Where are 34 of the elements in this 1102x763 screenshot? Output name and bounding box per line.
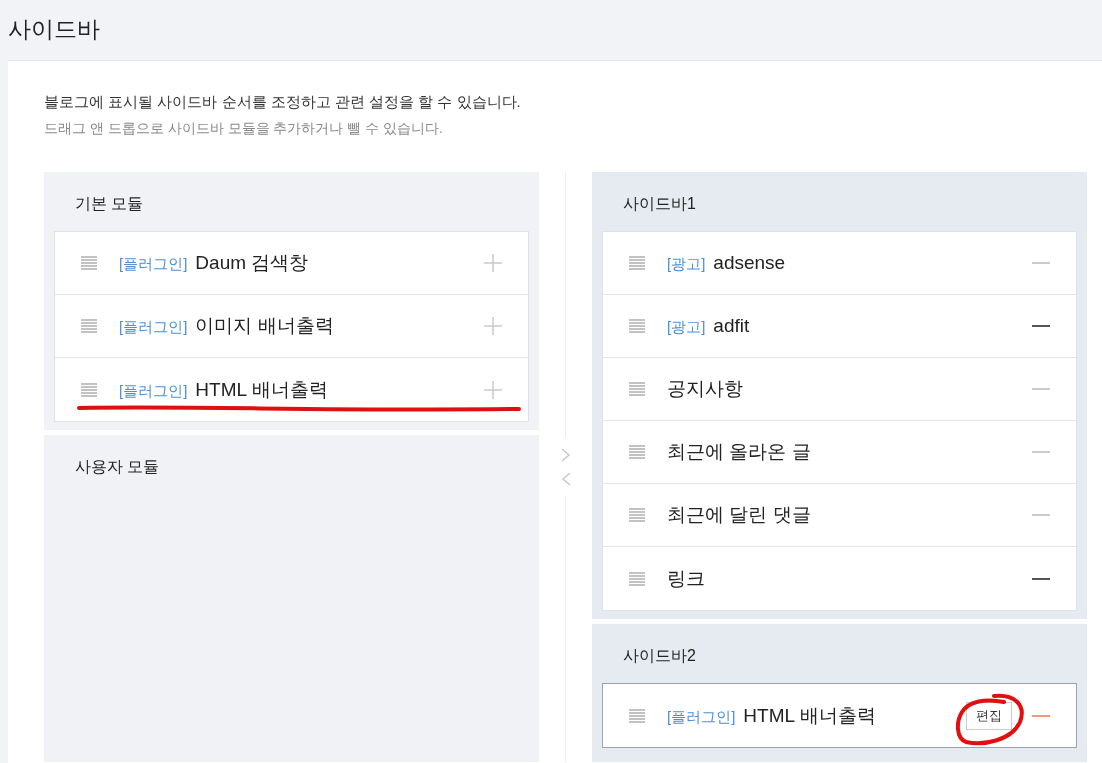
- page-title: 사이드바: [7, 15, 101, 44]
- module-name: 이미지 배너출력: [195, 314, 334, 338]
- module-name: adsense: [713, 252, 786, 274]
- module-item[interactable]: 링크: [603, 547, 1076, 610]
- module-item[interactable]: [플러그인] 이미지 배너출력: [55, 295, 528, 358]
- panel-title: 사용자 모듈: [74, 457, 161, 477]
- module-tag: [광고]: [667, 255, 706, 274]
- module-name: 링크: [667, 566, 705, 591]
- module-item[interactable]: [플러그인] HTML 배너출력 편집: [603, 684, 1076, 747]
- module-item[interactable]: 공지사항: [603, 358, 1076, 421]
- module-name: Daum 검색창: [195, 251, 309, 275]
- module-item[interactable]: [플러그인] Daum 검색창: [55, 232, 528, 295]
- module-item[interactable]: [광고] adsense: [603, 232, 1076, 295]
- module-name: HTML 배너출력: [195, 377, 328, 402]
- panel-title: 기본 모듈: [74, 194, 145, 214]
- hint-text: 드래그 앤 드롭으로 사이드바 모듈을 추가하거나 뺄 수 있습니다.: [44, 120, 444, 138]
- panel-title: 사이드바2: [622, 646, 697, 666]
- module-tag: [플러그인]: [119, 318, 188, 337]
- edit-button[interactable]: 편집: [966, 701, 1012, 730]
- module-name: HTML 배너출력: [743, 703, 876, 728]
- module-item[interactable]: [플러그인] HTML 배너출력: [55, 358, 528, 421]
- description-text: 블로그에 표시될 사이드바 순서를 조정하고 관련 설정을 할 수 있습니다.: [44, 93, 522, 112]
- module-tag: [플러그인]: [667, 707, 736, 727]
- module-item[interactable]: 최근에 달린 댓글: [603, 484, 1076, 547]
- module-name: 최근에 달린 댓글: [667, 503, 811, 527]
- module-name: 공지사항: [667, 377, 743, 401]
- module-item[interactable]: 최근에 올라온 글: [603, 421, 1076, 484]
- module-item[interactable]: [광고] adfit: [603, 295, 1076, 358]
- module-tag: [플러그인]: [119, 255, 188, 274]
- module-name: 최근에 올라온 글: [667, 440, 811, 464]
- module-tag: [플러그인]: [119, 381, 188, 401]
- panel-title: 사이드바1: [622, 194, 697, 214]
- module-name: adfit: [713, 315, 750, 337]
- module-tag: [광고]: [667, 318, 706, 337]
